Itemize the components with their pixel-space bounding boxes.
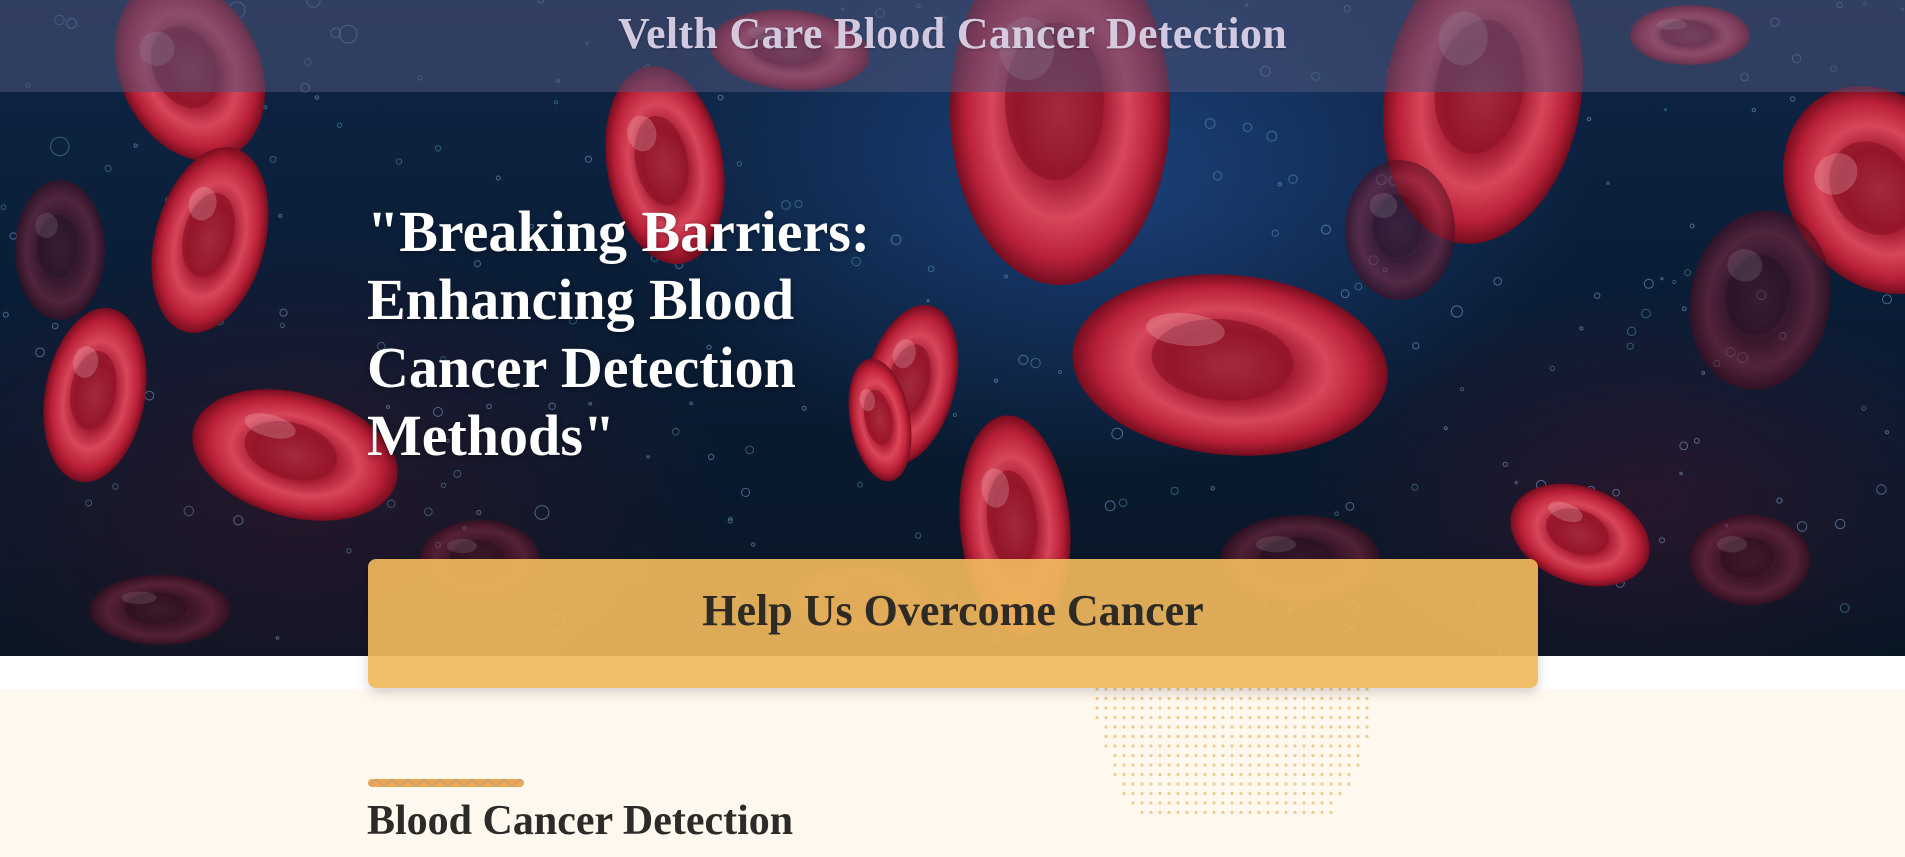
- site-title: Velth Care Blood Cancer Detection: [618, 9, 1287, 58]
- section-title: Blood Cancer Detection: [367, 798, 794, 844]
- section-accent-bar: [368, 779, 524, 787]
- site-header-bar: Velth Care Blood Cancer Detection: [0, 0, 1905, 92]
- blood-cells-illustration: [15, 0, 1905, 645]
- hero-headline: "Breaking Barriers: Enhancing Blood Canc…: [367, 199, 871, 468]
- dot-pattern-decoration: [1095, 687, 1369, 815]
- content-section: Blood Cancer Detection: [0, 687, 1905, 857]
- help-overcome-cancer-button[interactable]: Help Us Overcome Cancer: [368, 559, 1538, 688]
- cta-label: Help Us Overcome Cancer: [702, 586, 1204, 635]
- hero-banner: Velth Care Blood Cancer Detection "Break…: [0, 0, 1905, 656]
